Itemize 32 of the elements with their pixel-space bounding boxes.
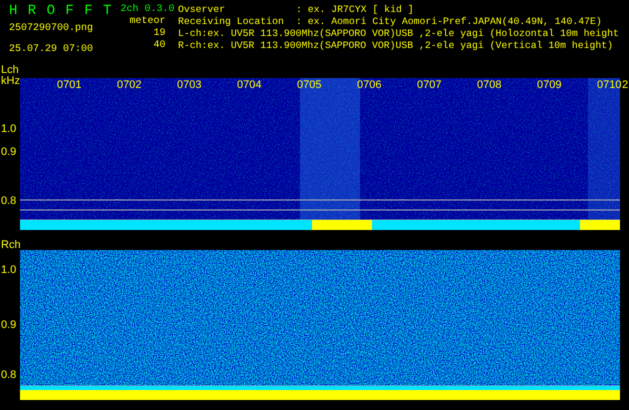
time-label: 2	[622, 79, 628, 91]
time-label: 0706	[357, 79, 382, 91]
axis-tick-label: 1.0	[1, 123, 16, 135]
meteor-count: 19	[152, 28, 166, 40]
version-label: 2ch 0.3.0	[120, 4, 174, 16]
time-label: 0704	[237, 79, 262, 91]
app-title: H R O F F T	[9, 3, 114, 19]
file-name: 2507290700.png	[9, 23, 94, 35]
time-label: 0709	[537, 79, 562, 91]
channel-info: L-ch:ex. UV5R 113.900Mhz(SAPPORO VOR)USB ,2-ele yagi (Holozontal 10m height	[178, 28, 619, 40]
date-time: 25.07.29 07:00	[9, 44, 94, 56]
time-label: 0708	[477, 79, 502, 91]
time-label: 0703	[177, 79, 202, 91]
time-label: 0701	[57, 79, 82, 91]
meteor-count: 40	[152, 40, 166, 52]
time-label: 0707	[417, 79, 442, 91]
channel-label: Rch	[1, 239, 21, 251]
axis-tick-label: 0.9	[1, 319, 16, 331]
info-label: Receiving Location	[178, 16, 285, 28]
axis-tick-label: 0.9	[1, 146, 16, 158]
axis-tick-label: 0.8	[1, 369, 16, 381]
meteor-label: meteor	[129, 16, 166, 28]
info-label: Ovserver	[178, 4, 226, 16]
channel-label: Lch	[1, 64, 19, 76]
axis-tick-label: 1.0	[1, 264, 16, 276]
info-value: : ex. JR7CYX [ kid ]	[296, 4, 414, 16]
axis-tick-label: 0.8	[1, 195, 16, 207]
unit-label: kHz	[1, 75, 20, 87]
time-label: 0705	[297, 79, 322, 91]
info-value: : ex. Aomori City Aomori-Pref.JAPAN(40.49N, 140.47E)	[296, 16, 602, 28]
time-label: 0702	[117, 79, 142, 91]
channel-info: R-ch:ex. UV5R 113.900Mhz(SAPPORO VOR)USB ,2-ele yagi (Vertical 10m height)	[178, 40, 614, 52]
